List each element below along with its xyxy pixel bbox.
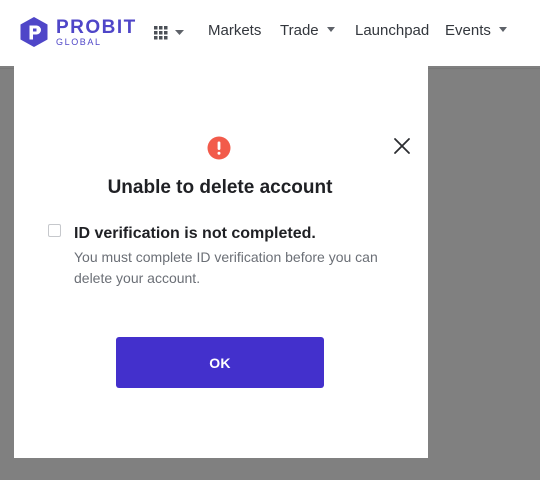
nav-markets-label: Markets [208,22,262,39]
grid-icon [154,26,184,40]
nav-markets[interactable]: Markets [208,22,261,39]
nav-events[interactable]: Events [445,22,507,39]
ok-button[interactable]: OK [116,337,324,388]
dialog-title: Unable to delete account [107,177,333,198]
alert-icon [207,136,231,160]
chevron-down-icon [498,27,507,32]
logo-subtitle: GLOBAL [56,37,102,47]
nav-events-label: Events [445,22,491,39]
nav-trade-label: Trade [280,22,319,39]
delete-account-dialog: Unable to delete account ID verification… [14,66,428,458]
nav-launchpad[interactable]: Launchpad [355,22,429,39]
top-navigation-bar: PROBIT GLOBAL Markets Trade Launchpad Ev… [0,0,540,66]
apps-menu-button[interactable] [154,25,188,41]
id-verification-description: You must complete ID verification before… [74,249,378,286]
nav-launchpad-label: Launchpad [355,22,430,39]
logo-wordmark: PROBIT [56,17,137,38]
close-icon[interactable] [392,136,412,156]
chevron-down-icon [326,27,335,32]
nav-trade[interactable]: Trade [280,22,335,39]
id-verification-heading: ID verification is not completed. [74,225,316,242]
probit-logo-icon [20,17,48,47]
id-verification-checkbox[interactable] [48,224,61,237]
chevron-down-icon [175,30,184,35]
